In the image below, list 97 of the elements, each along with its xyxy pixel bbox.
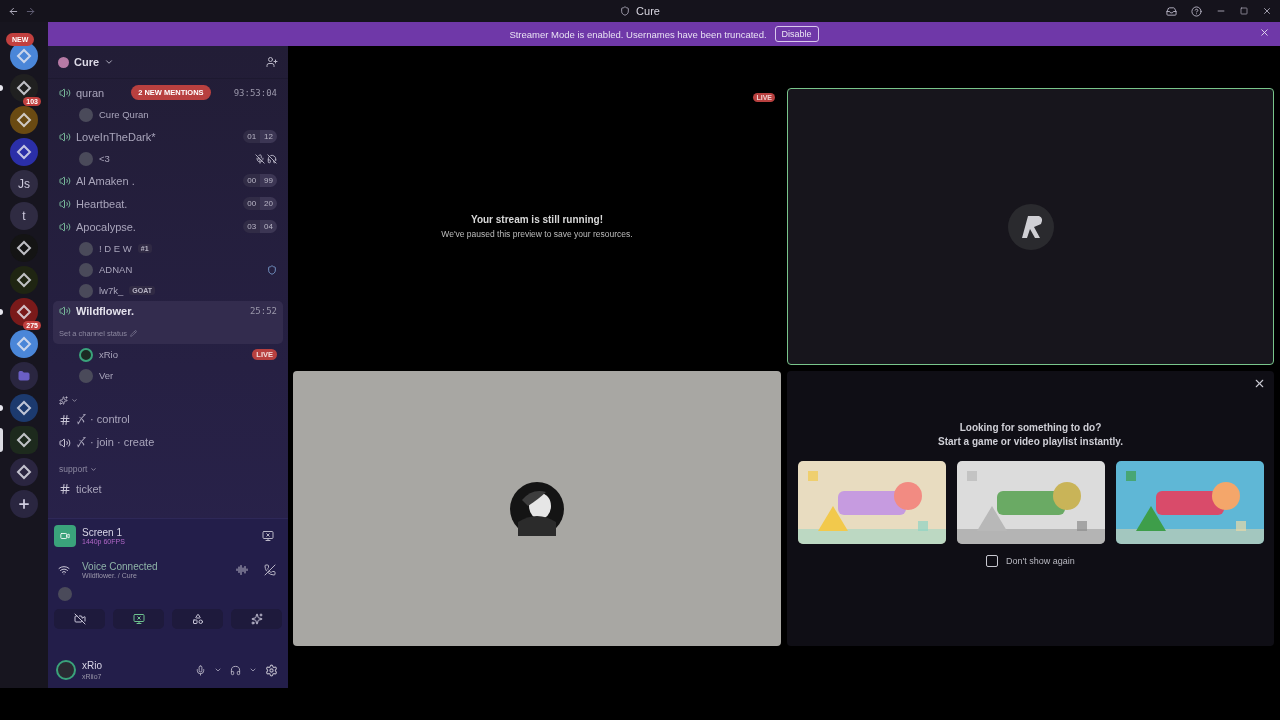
signal-icon: [58, 564, 70, 576]
camera-off-icon: [73, 613, 86, 625]
server-icon[interactable]: [10, 394, 38, 422]
disconnect-icon[interactable]: [264, 564, 276, 576]
server-icon[interactable]: [10, 74, 38, 102]
stream-title: Screen 1: [82, 527, 124, 538]
category-header[interactable]: support: [53, 454, 283, 477]
checkbox-label: Don't show again: [1006, 556, 1075, 566]
star-icon: [59, 396, 68, 405]
text-channel[interactable]: ticket: [53, 477, 283, 500]
preview-title: Your stream is still running!: [470, 214, 604, 225]
server-icon[interactable]: [10, 138, 38, 166]
avatar-icon: [79, 368, 93, 383]
server-icon[interactable]: [10, 266, 38, 294]
server-icon[interactable]: t: [10, 202, 38, 230]
hash-icon: [59, 482, 71, 495]
voice-channel[interactable]: Al Amaken . 00 99: [53, 169, 283, 192]
invite-icon[interactable]: [266, 56, 278, 68]
back-icon[interactable]: [8, 5, 19, 17]
server-icon[interactable]: [10, 106, 38, 134]
chevron-icon: [214, 666, 222, 674]
server-icon: [58, 56, 69, 68]
server-icon[interactable]: [10, 330, 38, 358]
speaker-icon: [59, 174, 71, 187]
mic-icon[interactable]: [195, 664, 206, 676]
video-tile[interactable]: [293, 371, 781, 646]
close-icon[interactable]: [1259, 27, 1270, 38]
voice-status: Voice Connected: [82, 561, 158, 572]
screen-thumbnail: [54, 525, 76, 547]
banner-message: Streamer Mode is enabled. Usernames have been truncated.: [509, 28, 767, 40]
server-icon[interactable]: Js: [10, 170, 38, 198]
folder-icon[interactable]: [10, 362, 38, 390]
avatar-icon: [79, 347, 93, 362]
pencil-icon: [129, 330, 137, 337]
forward-icon[interactable]: [25, 5, 36, 17]
screen-share-button[interactable]: [113, 609, 164, 629]
preview-subtitle: We've paused this preview to save your resources.: [441, 229, 633, 239]
username: xRio: [82, 660, 102, 671]
video-tile[interactable]: [787, 88, 1274, 365]
speaker-icon: [59, 220, 71, 233]
user-count: 03 04: [243, 220, 277, 233]
checkbox[interactable]: [986, 555, 999, 567]
channel-timer: 93:53:04: [233, 87, 277, 98]
avatar-icon: [79, 107, 93, 122]
speaker-icon: [59, 197, 71, 210]
user-count: 00 99: [243, 174, 277, 187]
shapes-icon: [191, 613, 204, 625]
add-server-icon[interactable]: [10, 490, 38, 518]
inbox-icon[interactable]: [1166, 5, 1177, 17]
avatar-icon: [79, 241, 93, 256]
server-icon[interactable]: [10, 426, 38, 454]
camera-off-button[interactable]: [54, 609, 105, 629]
disable-button[interactable]: Disable: [774, 26, 819, 42]
speaker-icon: [59, 86, 71, 99]
voice-channel[interactable]: LoveInTheDark* 01 12: [53, 125, 283, 148]
chevron-icon: [104, 57, 115, 67]
headphones-icon[interactable]: [230, 664, 241, 676]
monitor-icon: [132, 613, 145, 625]
window-title: Cure: [636, 5, 660, 17]
avatar-icon: [58, 587, 72, 601]
avatar-icon: [79, 262, 93, 277]
activities-button[interactable]: [172, 609, 223, 629]
stop-stream-icon[interactable]: [262, 530, 274, 542]
hash-icon: [59, 413, 71, 426]
close-icon[interactable]: [1253, 377, 1266, 390]
speaker-icon: [59, 130, 71, 143]
channel-timer: 25:52: [249, 306, 277, 316]
voice-channel[interactable]: Apocalypse. 03 04: [53, 215, 283, 238]
server-icon[interactable]: [10, 234, 38, 262]
maximize-icon[interactable]: [1240, 7, 1248, 15]
speaker-icon: [59, 305, 71, 317]
speaker-icon: [59, 436, 71, 449]
settings-icon[interactable]: [265, 663, 278, 677]
soundboard-button[interactable]: [231, 609, 282, 629]
server-icon[interactable]: [10, 458, 38, 486]
user-count: 00 20: [243, 197, 277, 210]
voice-channel[interactable]: Heartbeat. 00 20: [53, 192, 283, 215]
activity-heading: Looking for something to do? Start a game or video playlist instantly.: [938, 421, 1123, 449]
text-channel[interactable]: 〆 · control: [53, 408, 283, 431]
server-name[interactable]: Cure: [74, 56, 100, 68]
chevron-icon: [249, 666, 257, 674]
help-icon[interactable]: [1191, 5, 1202, 17]
sparkles-icon: [250, 613, 263, 625]
user-count: 01 12: [243, 130, 277, 143]
close-icon[interactable]: [1262, 6, 1272, 16]
avatar-icon: [56, 660, 76, 680]
voice-channel[interactable]: 〆 · join · create: [53, 431, 283, 454]
avatar-icon: [79, 283, 93, 298]
logo-icon: [1007, 203, 1054, 250]
voice-member[interactable]: ADNAN: [53, 259, 283, 280]
voice-member[interactable]: <3: [53, 148, 283, 169]
voice-member[interactable]: Ver: [53, 365, 283, 386]
server-icon: [620, 6, 631, 16]
server-icon[interactable]: [10, 298, 38, 326]
noise-icon[interactable]: [236, 564, 248, 576]
voice-member[interactable]: Cure Quran: [53, 104, 283, 125]
avatar-icon: [79, 151, 93, 166]
